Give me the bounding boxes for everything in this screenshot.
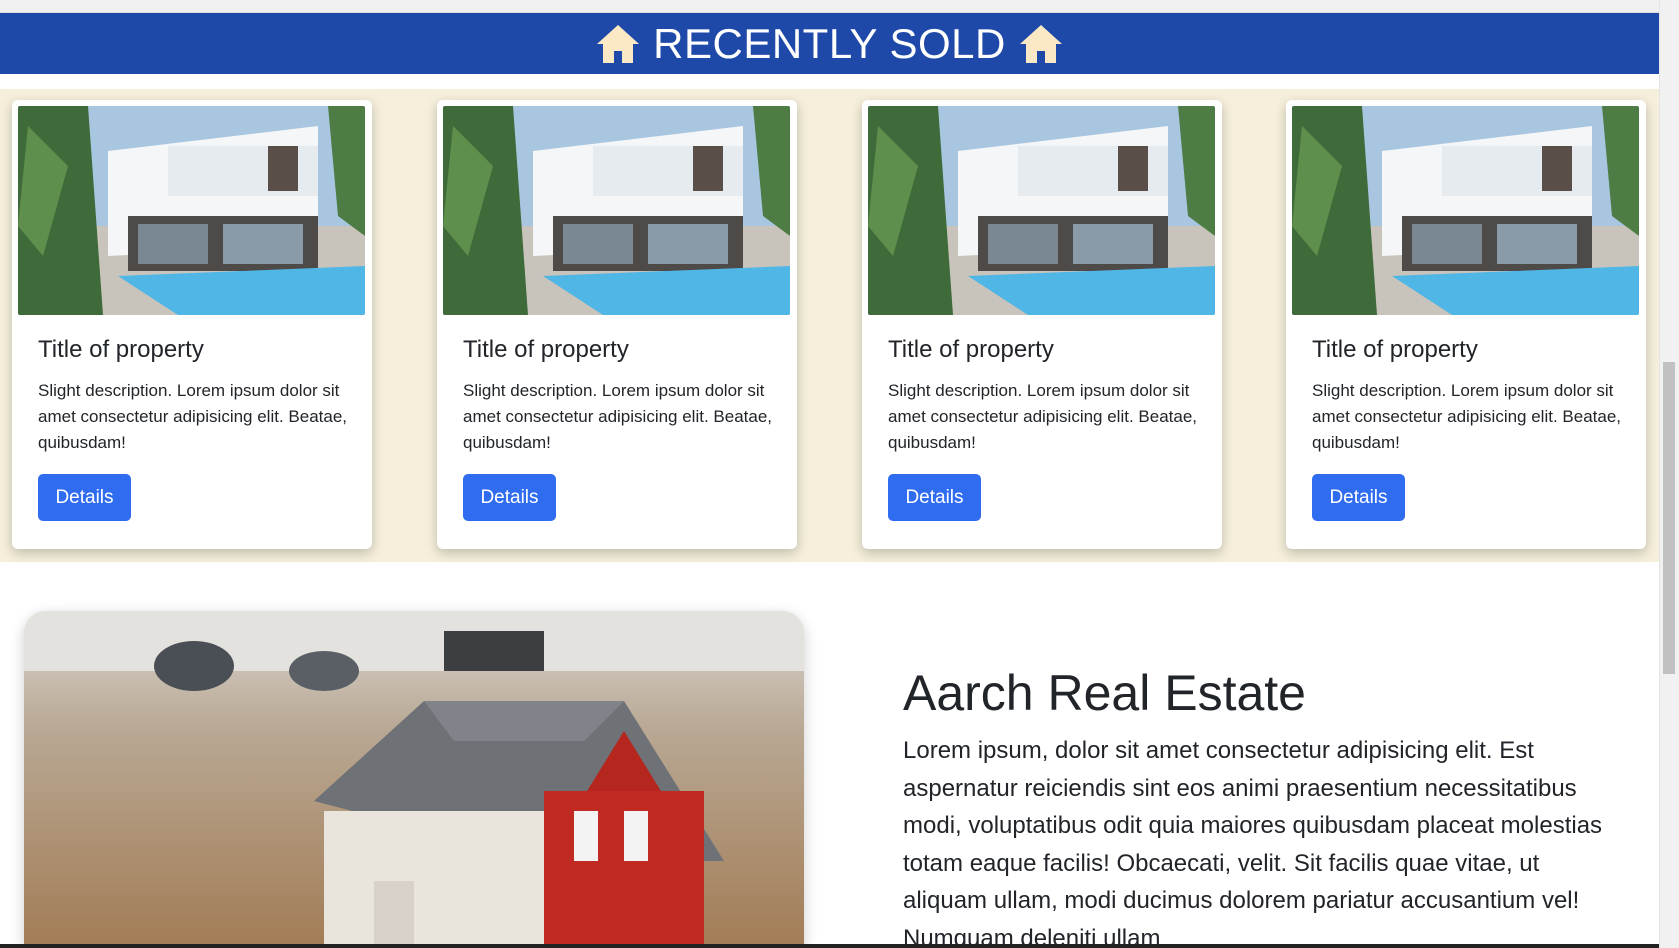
property-photo[interactable]: [443, 106, 790, 315]
details-button[interactable]: Details: [463, 474, 556, 521]
property-photo[interactable]: [1292, 106, 1639, 315]
house-icon: [595, 23, 641, 65]
property-card: Title of property Slight description. Lo…: [862, 100, 1222, 549]
property-title: Title of property: [463, 336, 629, 363]
about-text: Lorem ipsum, dolor sit amet consectetur …: [903, 737, 1603, 948]
property-title: Title of property: [888, 336, 1054, 363]
about-title: Aarch Real Estate: [903, 665, 1306, 721]
details-button[interactable]: Details: [1312, 474, 1405, 521]
property-title: Title of property: [38, 336, 204, 363]
recently-sold-banner: RECENTLY SOLD: [0, 13, 1659, 74]
property-description: Slight description. Lorem ipsum dolor si…: [38, 381, 348, 452]
property-description: Slight description. Lorem ipsum dolor si…: [888, 381, 1198, 452]
property-title: Title of property: [1312, 336, 1478, 363]
property-description: Slight description. Lorem ipsum dolor si…: [1312, 381, 1622, 452]
house-model-photo: [24, 611, 804, 948]
details-button[interactable]: Details: [38, 474, 131, 521]
scrollbar-thumb[interactable]: [1663, 362, 1675, 674]
property-photo[interactable]: [18, 106, 365, 315]
property-card: Title of property Slight description. Lo…: [437, 100, 797, 549]
property-description: Slight description. Lorem ipsum dolor si…: [463, 381, 773, 452]
property-card: Title of property Slight description. Lo…: [12, 100, 372, 549]
property-photo[interactable]: [868, 106, 1215, 315]
page: RECENTLY SOLD Title of property Slight d…: [0, 0, 1679, 948]
section-title: RECENTLY SOLD: [653, 19, 1006, 67]
top-strip: [0, 0, 1659, 13]
house-icon: [1018, 23, 1064, 65]
bottom-border: [0, 944, 1659, 948]
details-button[interactable]: Details: [888, 474, 981, 521]
property-card: Title of property Slight description. Lo…: [1286, 100, 1646, 549]
